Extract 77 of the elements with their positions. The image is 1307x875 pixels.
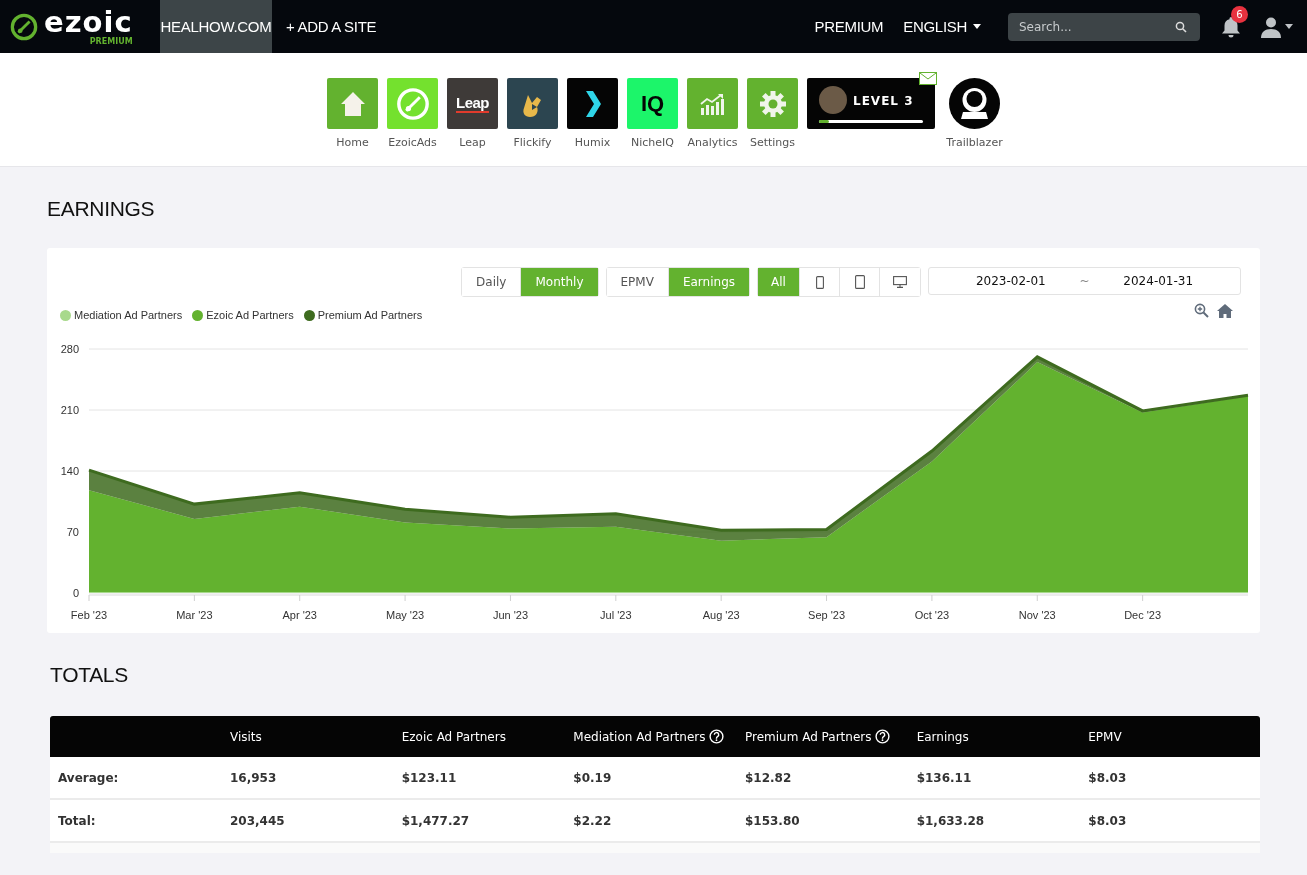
astronaut-helmet-icon [949, 78, 1000, 129]
legend-label[interactable]: Ezoic Ad Partners [206, 309, 294, 321]
x-axis-label: Mar '23 [176, 609, 213, 621]
chart-icon [699, 92, 726, 115]
y-axis-label: 0 [72, 587, 79, 599]
zoom-in-icon[interactable] [1194, 303, 1209, 318]
app-label: Trailblazer [946, 136, 1003, 149]
column-header: Earnings [916, 716, 1089, 757]
app-label: Analytics [687, 136, 738, 149]
site-tab[interactable]: HEALHOW.COM [160, 0, 272, 53]
search-icon [1175, 20, 1187, 33]
x-axis-label: May '23 [386, 609, 425, 621]
nicheiq-logo: IQ [640, 90, 665, 117]
x-axis-label: Aug '23 [702, 609, 740, 621]
metric-toggle[interactable]: EPMV [606, 268, 669, 296]
y-axis-label: 280 [60, 343, 79, 355]
leap-logo: Leap [456, 94, 489, 113]
notification-badge: 6 [1231, 5, 1248, 23]
table-cell: 16,953 [230, 757, 402, 799]
x-axis-label: Dec '23 [1124, 609, 1162, 621]
logo-tagline: PREMIUM [89, 37, 133, 46]
user-icon [1260, 15, 1282, 38]
table-cell: $12.82 [744, 757, 917, 799]
app-label: Humix [574, 136, 611, 149]
period-toggle[interactable]: Daily [462, 268, 522, 296]
logo-wordmark: ezoic [44, 7, 133, 37]
app-label: Home [336, 136, 369, 149]
app-label: Flickify [513, 136, 552, 149]
y-axis-label: 70 [66, 526, 79, 538]
y-axis-label: 140 [60, 465, 79, 477]
table-cell: $123.11 [401, 757, 574, 799]
column-header: EPMV [1088, 716, 1260, 757]
x-axis-label: Sep '23 [808, 609, 846, 621]
column-header: Ezoic Ad Partners [401, 716, 574, 757]
caret-icon [1285, 24, 1293, 29]
logo-icon [395, 86, 430, 121]
site-tab[interactable]: + ADD A SITE [272, 0, 391, 53]
home-icon[interactable] [1217, 303, 1233, 318]
x-axis-label: Feb '23 [70, 609, 108, 621]
level-card[interactable]: LEVEL 3 [807, 78, 935, 129]
app-label: Settings [749, 136, 796, 149]
user-menu[interactable] [1260, 15, 1293, 38]
level-label: LEVEL 3 [853, 93, 915, 108]
app-label: Leap [459, 136, 486, 149]
x-axis-label: Nov '23 [1018, 609, 1056, 621]
legend-label[interactable]: Premium Ad Partners [317, 309, 423, 321]
y-axis-label: 210 [60, 404, 79, 416]
legend-label[interactable]: Mediation Ad Partners [74, 309, 183, 321]
x-axis-label: Oct '23 [914, 609, 950, 621]
app-label: NicheIQ [631, 136, 674, 149]
settings-icon [758, 89, 787, 118]
x-axis-label: Apr '23 [282, 609, 317, 621]
column-header: Premium Ad Partners [744, 716, 917, 757]
section-title: TOTALS [49, 662, 129, 688]
column-header: Visits [230, 716, 402, 757]
app-label: EzoicAds [388, 136, 437, 149]
phone-icon [815, 275, 824, 289]
row-label: Average: [50, 757, 230, 799]
x-axis-label: Jun '23 [492, 609, 528, 621]
table-cell: $0.19 [573, 757, 745, 799]
mail-icon[interactable] [919, 72, 937, 85]
date-range-field[interactable]: 2023-02-01 ~ 2024-01-31 [928, 267, 1241, 295]
column-header: Mediation Ad Partners [573, 716, 745, 757]
search-field[interactable]: Search... [1008, 12, 1200, 41]
chevron-icon [583, 90, 602, 117]
tablet-icon [854, 275, 865, 289]
monitor-icon [893, 276, 907, 288]
help-icon[interactable] [875, 729, 891, 744]
table-cell: $136.11 [916, 757, 1089, 799]
section-title: EARNINGS [47, 196, 156, 219]
nav-link[interactable]: PREMIUM [804, 0, 894, 53]
x-axis-label: Jul '23 [600, 609, 632, 621]
logo-icon [10, 12, 38, 41]
nav-link[interactable]: ENGLISH [893, 0, 991, 53]
avatar [819, 85, 847, 114]
table-cell: $8.03 [1088, 757, 1260, 799]
help-icon[interactable] [709, 729, 725, 744]
